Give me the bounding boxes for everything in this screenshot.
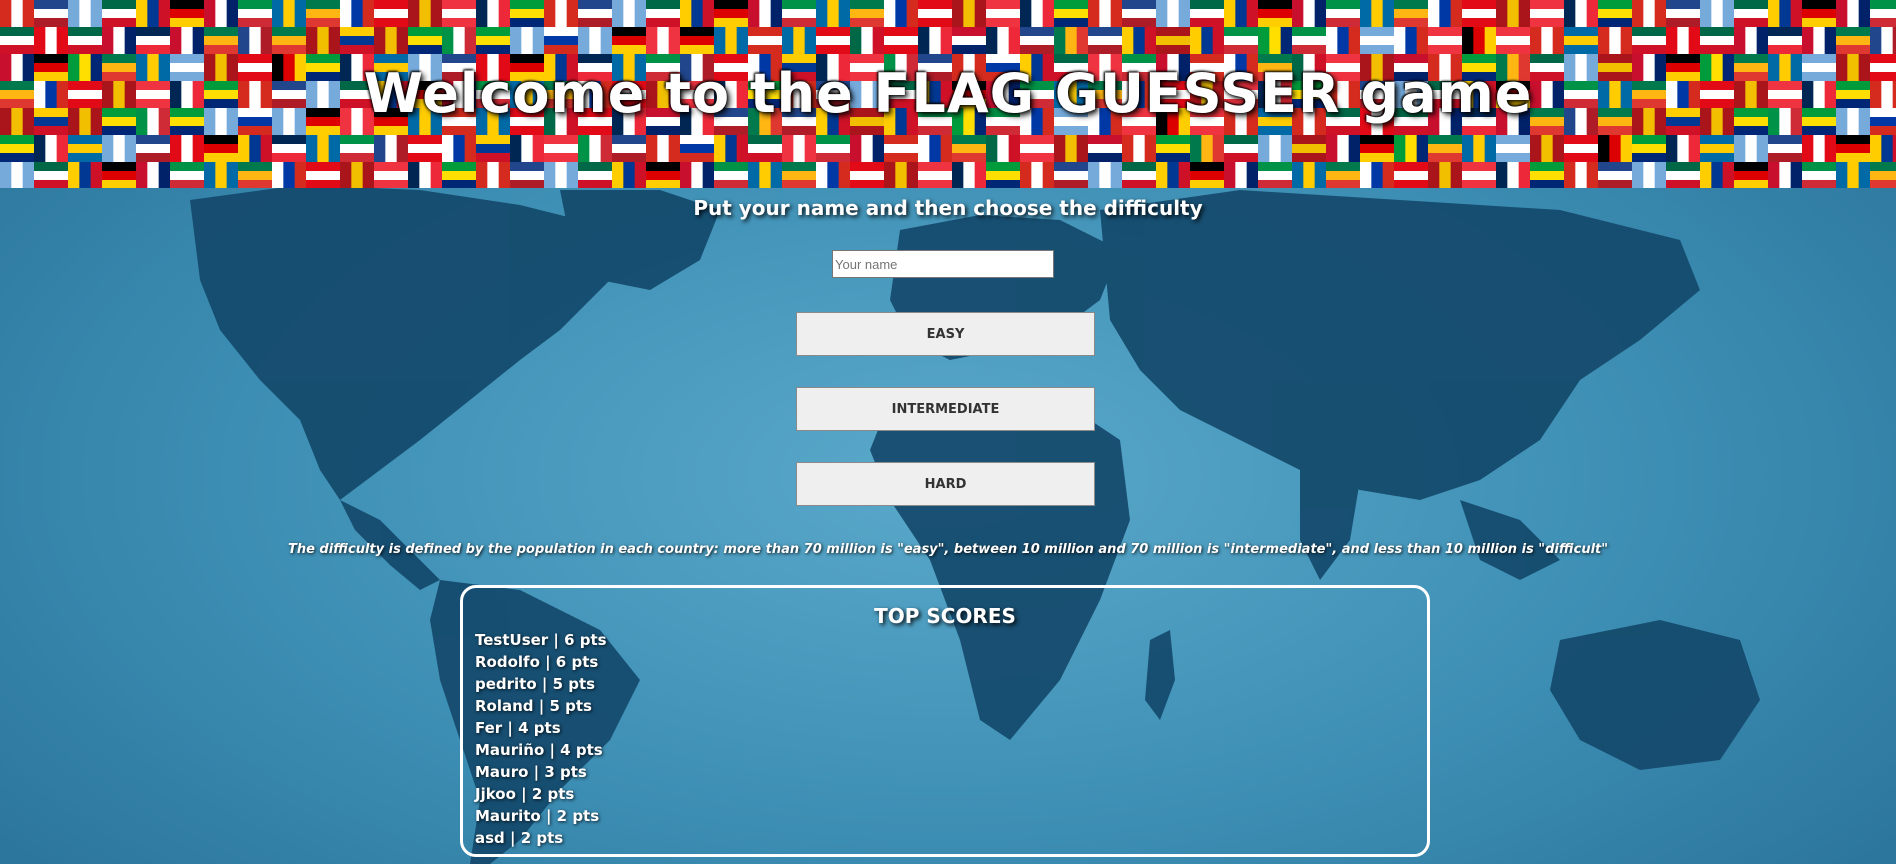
score-entry: asd | 2 pts (475, 829, 564, 847)
flags-banner: Welcome to the FLAG GUESSER game (0, 0, 1896, 188)
score-entry: Mauro | 3 pts (475, 763, 587, 781)
score-entry: Maurito | 2 pts (475, 807, 600, 825)
score-entry: Rodolfo | 6 pts (475, 653, 599, 671)
hard-button[interactable]: HARD (796, 462, 1095, 506)
top-scores-list: TestUser | 6 pts Rodolfo | 6 pts pedrito… (475, 629, 607, 849)
top-scores-panel: TOP SCORES TestUser | 6 pts Rodolfo | 6 … (460, 585, 1430, 857)
name-input[interactable] (832, 250, 1054, 278)
score-entry: Jjkoo | 2 pts (475, 785, 575, 803)
score-entry: TestUser | 6 pts (475, 631, 607, 649)
page-title: Welcome to the FLAG GUESSER game (363, 62, 1533, 125)
instructions-text: Put your name and then choose the diffic… (693, 196, 1203, 220)
difficulty-note: The difficulty is defined by the populat… (287, 542, 1609, 557)
top-scores-title: TOP SCORES (874, 604, 1016, 628)
main-content: Put your name and then choose the diffic… (0, 188, 1896, 864)
score-entry: pedrito | 5 pts (475, 675, 596, 693)
score-entry: Fer | 4 pts (475, 719, 561, 737)
intermediate-button[interactable]: INTERMEDIATE (796, 387, 1095, 431)
easy-button[interactable]: EASY (796, 312, 1095, 356)
score-entry: Mauriño | 4 pts (475, 741, 603, 759)
score-entry: Roland | 5 pts (475, 697, 592, 715)
